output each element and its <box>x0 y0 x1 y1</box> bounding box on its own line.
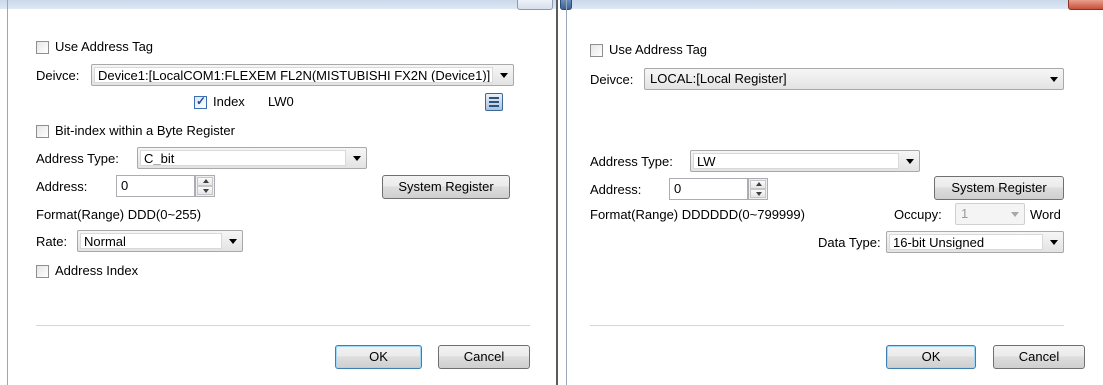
footer-divider-highlight <box>36 326 530 327</box>
data-type-select[interactable]: 16-bit Unsigned <box>886 231 1064 253</box>
device-select-value: LOCAL:[Local Register] <box>650 71 787 86</box>
use-address-tag-checkbox[interactable] <box>590 44 603 57</box>
device-select[interactable]: Device1:[LocalCOM1:FLEXEM FL2N(MISTUBISH… <box>91 64 514 86</box>
checkmark-icon: ✓ <box>196 94 207 108</box>
format-range-text: Format(Range) DDDDDD(0~799999) <box>590 207 805 222</box>
close-icon[interactable] <box>1068 0 1103 10</box>
address-spinner[interactable] <box>748 178 768 200</box>
index-value[interactable]: LW0 <box>268 94 294 110</box>
address-type-label: Address Type: <box>590 154 673 169</box>
right-dialog: Use Address Tag Deivce: LOCAL:[Local Reg… <box>560 0 1103 385</box>
address-index-checkbox[interactable] <box>36 265 49 278</box>
ok-button[interactable]: OK <box>886 345 976 369</box>
left-border <box>7 0 8 385</box>
address-type-select[interactable]: LW <box>690 150 920 172</box>
address-index-label: Address Index <box>55 263 139 278</box>
chevron-down-icon <box>1050 240 1058 245</box>
right-border <box>566 0 567 385</box>
occupy-unit: Word <box>1030 207 1061 222</box>
occupy-label: Occupy: <box>894 207 942 222</box>
arrow-up-icon <box>756 182 762 186</box>
use-address-tag-label: Use Address Tag <box>609 42 708 57</box>
format-range-text: Format(Range) DDD(0~255) <box>36 207 202 222</box>
window-separator <box>556 0 558 385</box>
spin-up-button[interactable] <box>197 177 213 186</box>
chevron-down-icon <box>229 239 237 244</box>
address-input[interactable]: 0 <box>116 175 195 197</box>
occupy-select[interactable]: 1 <box>955 203 1025 225</box>
address-spinner[interactable] <box>195 175 215 197</box>
chevron-down-icon <box>1050 77 1058 82</box>
use-address-tag-checkbox[interactable] <box>36 41 49 54</box>
device-label: Deivce: <box>590 72 634 87</box>
address-label: Address: <box>590 182 642 197</box>
use-address-tag-label: Use Address Tag <box>55 39 154 54</box>
rate-label: Rate: <box>36 234 68 249</box>
arrow-down-icon <box>756 192 762 196</box>
left-title-button[interactable] <box>517 0 553 10</box>
right-title-bar <box>560 0 1103 9</box>
rate-select[interactable]: Normal <box>77 230 243 252</box>
data-type-label: Data Type: <box>818 235 881 250</box>
chevron-down-icon <box>500 73 508 78</box>
spin-up-button[interactable] <box>750 180 766 189</box>
footer-divider-highlight <box>590 326 1064 327</box>
spin-down-button[interactable] <box>750 189 766 198</box>
device-select[interactable]: LOCAL:[Local Register] <box>644 68 1064 90</box>
cancel-button[interactable]: Cancel <box>438 345 530 369</box>
device-label: Deivce: <box>36 68 80 83</box>
left-dialog: Use Address Tag Deivce: Device1:[LocalCO… <box>0 0 556 385</box>
chevron-down-icon <box>906 159 914 164</box>
chevron-down-icon <box>1011 212 1019 217</box>
address-type-label: Address Type: <box>36 151 119 166</box>
address-type-select[interactable]: C_bit <box>137 147 367 169</box>
system-register-button[interactable]: System Register <box>382 175 510 199</box>
cancel-button[interactable]: Cancel <box>993 345 1085 369</box>
index-checkbox[interactable]: ✓ <box>194 94 207 109</box>
device-select-value: Device1:[LocalCOM1:FLEXEM FL2N(MISTUBISH… <box>94 67 493 83</box>
address-type-select-value: C_bit <box>140 150 346 166</box>
left-title-bar <box>0 0 556 9</box>
calculator-icon[interactable] <box>485 93 503 111</box>
occupy-select-value: 1 <box>961 206 969 221</box>
bit-index-label: Bit-index within a Byte Register <box>55 123 235 138</box>
bit-index-checkbox[interactable] <box>36 125 49 138</box>
chevron-down-icon <box>353 156 361 161</box>
address-label: Address: <box>36 179 88 194</box>
rate-select-value: Normal <box>80 233 222 249</box>
spin-down-button[interactable] <box>197 186 213 195</box>
ok-button[interactable]: OK <box>335 345 422 369</box>
data-type-select-value: 16-bit Unsigned <box>889 234 1043 250</box>
arrow-down-icon <box>203 189 209 193</box>
address-input[interactable]: 0 <box>669 178 748 200</box>
arrow-up-icon <box>203 179 209 183</box>
address-type-select-value: LW <box>693 153 899 169</box>
system-register-button[interactable]: System Register <box>934 176 1064 200</box>
index-label: Index <box>213 94 245 109</box>
